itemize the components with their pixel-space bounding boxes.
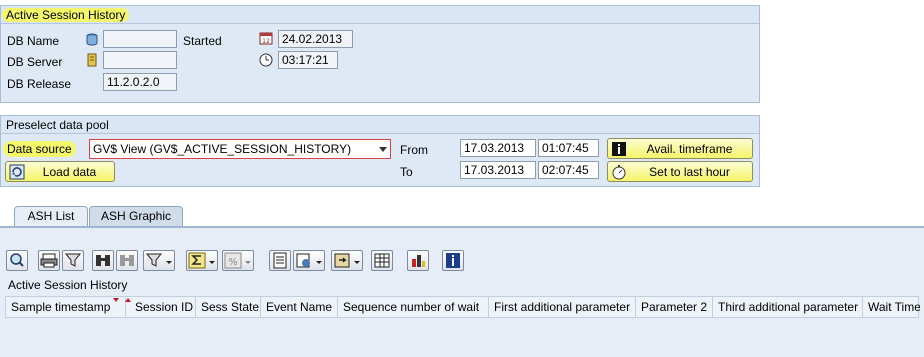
info-icon <box>446 253 460 268</box>
from-date-field[interactable]: 17.03.2013 <box>460 139 536 157</box>
from-label: From <box>400 143 428 157</box>
load-data-label: Load data <box>42 164 97 179</box>
db-release-field: 11.2.0.2.0 <box>103 73 177 91</box>
filter-dropdown-icon <box>145 253 172 267</box>
layout-icon <box>334 253 360 268</box>
set-last-hour-label: Set to last hour <box>649 164 730 179</box>
tab-ash-list[interactable]: ASH List <box>14 206 88 226</box>
subtotal-icon: % <box>224 252 251 269</box>
db-name-label: DB Name <box>7 34 60 48</box>
funnel-icon <box>64 253 82 267</box>
column-header[interactable]: Event Name <box>261 297 338 317</box>
clock-icon <box>259 53 273 67</box>
started-date-field: 24.02.2013 <box>278 30 353 48</box>
filter-funnel-button[interactable] <box>62 250 84 271</box>
column-header[interactable]: Wait Time <box>863 297 920 317</box>
db-server-field <box>103 51 177 69</box>
grid-header: Sample timestamp Session ID Sess State E… <box>5 296 920 318</box>
svg-text:%: % <box>228 257 238 268</box>
binoculars-plus-icon <box>120 255 134 266</box>
tab-ash-graphic[interactable]: ASH Graphic <box>89 206 183 226</box>
binoculars-icon <box>96 255 110 266</box>
info-icon <box>611 141 627 157</box>
find-next-button[interactable] <box>116 250 138 271</box>
magnifier-icon <box>10 253 24 267</box>
set-last-hour-button[interactable]: Set to last hour <box>607 161 753 182</box>
set-filter-button[interactable] <box>143 250 175 271</box>
info-button[interactable] <box>442 250 464 271</box>
preselect-panel-title-text: Preselect data pool <box>6 118 109 132</box>
grid-icon <box>374 253 390 268</box>
column-header[interactable]: Sess State <box>196 297 261 317</box>
grid-title: Active Session History <box>8 278 128 292</box>
data-source-select[interactable]: GV$ View (GV$_ACTIVE_SESSION_HISTORY) <box>89 139 391 159</box>
server-icon <box>85 53 99 67</box>
graphic-button[interactable] <box>407 250 429 271</box>
preselect-panel-title: Preselect data pool <box>1 116 759 134</box>
export-icon <box>296 253 322 268</box>
table-view-button[interactable] <box>371 250 393 271</box>
print-button[interactable] <box>38 250 60 271</box>
session-panel: Active Session History DB Name DB Server… <box>0 5 760 103</box>
chevron-down-icon[interactable] <box>379 147 387 152</box>
sort-descending-icon <box>113 298 119 302</box>
load-data-icon <box>9 164 25 180</box>
details-button[interactable] <box>6 250 28 271</box>
subtotal-button[interactable]: % <box>222 250 254 271</box>
db-release-label: DB Release <box>7 77 72 91</box>
stopwatch-icon <box>611 164 627 180</box>
avail-timeframe-label: Avail. timeframe <box>646 141 733 156</box>
db-name-field <box>103 30 177 48</box>
svg-text:12: 12 <box>262 38 270 45</box>
db-server-label: DB Server <box>7 55 63 69</box>
printer-icon <box>40 253 58 268</box>
sum-button[interactable] <box>186 250 218 271</box>
bar-chart-icon <box>412 255 425 267</box>
from-time-field[interactable]: 01:07:45 <box>538 139 599 157</box>
load-data-button[interactable]: Load data <box>5 161 115 182</box>
layout-button[interactable] <box>331 250 363 271</box>
avail-timeframe-button[interactable]: Avail. timeframe <box>607 138 753 159</box>
started-label: Started <box>183 34 222 48</box>
session-panel-title-text: Active Session History <box>2 8 130 22</box>
document-icon <box>273 252 287 269</box>
column-header[interactable]: Sequence number of wait <box>338 297 489 317</box>
tab-strip: ASH List ASH Graphic <box>0 206 924 226</box>
column-header[interactable]: Sample timestamp <box>6 297 126 317</box>
column-header[interactable]: Third additional parameter <box>713 297 863 317</box>
find-button[interactable] <box>92 250 114 271</box>
database-icon <box>85 33 99 47</box>
column-header[interactable]: Session ID <box>130 297 196 317</box>
column-header[interactable]: Parameter 2 <box>636 297 713 317</box>
data-source-label: Data source <box>3 141 76 157</box>
calendar-icon: 12 <box>259 31 273 45</box>
ash-list-content <box>0 226 924 357</box>
export-button[interactable] <box>293 250 325 271</box>
started-time-field: 03:17:21 <box>278 51 338 69</box>
print-preview-button[interactable] <box>269 250 291 271</box>
to-date-field[interactable]: 17.03.2013 <box>460 161 536 179</box>
to-label: To <box>400 165 413 179</box>
sigma-icon <box>188 252 215 269</box>
session-panel-title: Active Session History <box>1 6 759 24</box>
column-header[interactable]: First additional parameter <box>489 297 636 317</box>
to-time-field[interactable]: 02:07:45 <box>538 161 599 179</box>
data-source-value: GV$ View (GV$_ACTIVE_SESSION_HISTORY) <box>93 142 352 156</box>
preselect-panel: Preselect data pool Data source GV$ View… <box>0 115 760 187</box>
